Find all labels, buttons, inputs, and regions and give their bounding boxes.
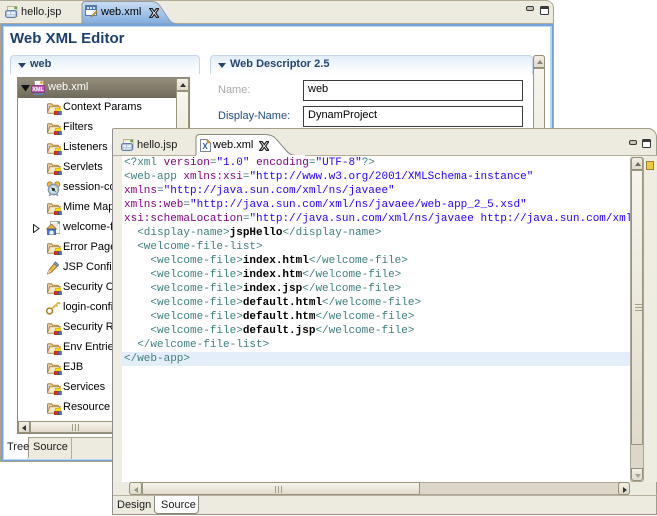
svg-text:X: X: [202, 142, 208, 151]
svg-text:XML: XML: [32, 87, 44, 93]
